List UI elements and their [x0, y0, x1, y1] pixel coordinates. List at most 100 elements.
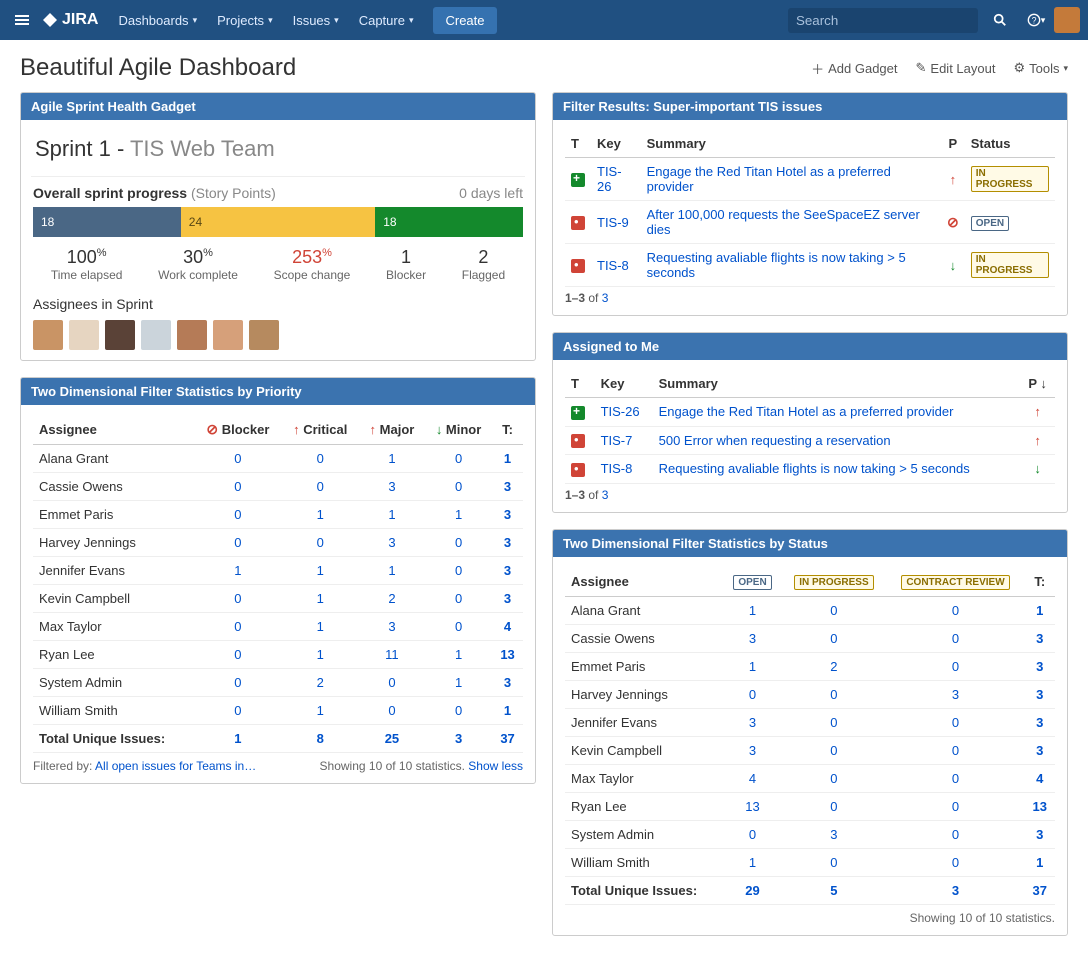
- stat-cell-link[interactable]: 3: [952, 687, 959, 702]
- stat-cell-link[interactable]: 0: [830, 771, 837, 786]
- issue-row[interactable]: TIS-9 After 100,000 requests the SeeSpac…: [565, 201, 1055, 244]
- filter-link[interactable]: All open issues for Teams in…: [95, 759, 256, 773]
- stat-cell-link[interactable]: 1: [388, 451, 395, 466]
- tools-menu[interactable]: ⚙Tools▾: [1013, 59, 1068, 78]
- stat-total-link[interactable]: 3: [1036, 659, 1043, 674]
- issue-summary-link[interactable]: Requesting avaliable flights is now taki…: [659, 461, 970, 476]
- issue-summary-link[interactable]: 500 Error when requesting a reservation: [659, 433, 891, 448]
- jira-logo[interactable]: JIRA: [42, 11, 98, 29]
- stat-cell-link[interactable]: 0: [830, 715, 837, 730]
- issue-key-link[interactable]: TIS-7: [601, 433, 633, 448]
- avatar[interactable]: [69, 320, 99, 350]
- issue-row[interactable]: TIS-26 Engage the Red Titan Hotel as a p…: [565, 158, 1055, 201]
- stat-cell-link[interactable]: 0: [234, 479, 241, 494]
- stat-cell-link[interactable]: 0: [234, 591, 241, 606]
- stat-cell-link[interactable]: 0: [234, 451, 241, 466]
- stat-cell-link[interactable]: 11: [385, 647, 399, 662]
- stat-cell-link[interactable]: 0: [317, 479, 324, 494]
- stat-cell-link[interactable]: 0: [234, 507, 241, 522]
- stat-cell-link[interactable]: 1: [455, 507, 462, 522]
- stat-cell-link[interactable]: 3: [749, 715, 756, 730]
- stat-cell-link[interactable]: 0: [952, 603, 959, 618]
- stat-cell-link[interactable]: 1: [455, 647, 462, 662]
- create-button[interactable]: Create: [433, 7, 496, 34]
- avatar[interactable]: [33, 320, 63, 350]
- issue-summary-link[interactable]: Engage the Red Titan Hotel as a preferre…: [647, 164, 891, 194]
- issue-row[interactable]: TIS-26 Engage the Red Titan Hotel as a p…: [565, 398, 1055, 427]
- stat-cell-link[interactable]: 13: [745, 799, 759, 814]
- stat-cell-link[interactable]: 3: [749, 631, 756, 646]
- stat-cell-link[interactable]: 0: [952, 827, 959, 842]
- stat-cell-link[interactable]: 0: [234, 675, 241, 690]
- stat-total-link[interactable]: 3: [1036, 743, 1043, 758]
- stat-cell-link[interactable]: 0: [830, 631, 837, 646]
- stat-cell-link[interactable]: 3: [388, 619, 395, 634]
- stat-cell-link[interactable]: 0: [234, 703, 241, 718]
- avatar[interactable]: [213, 320, 243, 350]
- stat-cell-link[interactable]: 0: [952, 715, 959, 730]
- stat-cell-link[interactable]: 0: [317, 535, 324, 550]
- avatar[interactable]: [141, 320, 171, 350]
- stat-cell-link[interactable]: 1: [317, 591, 324, 606]
- stat-total-link[interactable]: 1: [1036, 603, 1043, 618]
- show-less-link[interactable]: Show less: [468, 759, 523, 773]
- add-gadget-button[interactable]: ＋Add Gadget: [811, 59, 897, 78]
- stat-total-link[interactable]: 3: [1036, 827, 1043, 842]
- app-switcher-icon[interactable]: [8, 6, 36, 34]
- stat-total-link[interactable]: 4: [504, 619, 511, 634]
- nav-item[interactable]: Issues ▾: [283, 0, 349, 40]
- stat-total-link[interactable]: 3: [1036, 715, 1043, 730]
- stat-total-link[interactable]: 3: [504, 535, 511, 550]
- stat-cell-link[interactable]: 1: [317, 703, 324, 718]
- issue-key-link[interactable]: TIS-8: [597, 258, 629, 273]
- stat-cell-link[interactable]: 0: [830, 855, 837, 870]
- stat-cell-link[interactable]: 0: [830, 687, 837, 702]
- stat-total-link[interactable]: 3: [1036, 687, 1043, 702]
- stat-cell-link[interactable]: 1: [749, 659, 756, 674]
- issue-key-link[interactable]: TIS-9: [597, 215, 629, 230]
- stat-cell-link[interactable]: 0: [234, 647, 241, 662]
- stat-cell-link[interactable]: 3: [388, 535, 395, 550]
- stat-total-link[interactable]: 1: [1036, 855, 1043, 870]
- stat-cell-link[interactable]: 0: [234, 619, 241, 634]
- stat-total-link[interactable]: 1: [504, 703, 511, 718]
- issue-row[interactable]: TIS-8 Requesting avaliable flights is no…: [565, 455, 1055, 484]
- stat-total-link[interactable]: 13: [1033, 799, 1047, 814]
- stat-cell-link[interactable]: 0: [830, 603, 837, 618]
- stat-cell-link[interactable]: 1: [317, 647, 324, 662]
- stat-cell-link[interactable]: 0: [455, 591, 462, 606]
- edit-layout-button[interactable]: ✎Edit Layout: [916, 59, 996, 78]
- stat-total-link[interactable]: 3: [504, 479, 511, 494]
- user-avatar[interactable]: [1054, 7, 1080, 33]
- issue-summary-link[interactable]: Engage the Red Titan Hotel as a preferre…: [659, 404, 954, 419]
- stat-cell-link[interactable]: 3: [749, 743, 756, 758]
- stat-cell-link[interactable]: 0: [952, 743, 959, 758]
- issue-row[interactable]: TIS-7 500 Error when requesting a reserv…: [565, 426, 1055, 455]
- issue-key-link[interactable]: TIS-26: [597, 164, 622, 194]
- issue-summary-link[interactable]: Requesting avaliable flights is now taki…: [647, 250, 906, 280]
- search-input[interactable]: [788, 8, 978, 33]
- stat-cell-link[interactable]: 0: [749, 687, 756, 702]
- stat-cell-link[interactable]: 2: [388, 591, 395, 606]
- stat-cell-link[interactable]: 0: [455, 479, 462, 494]
- stat-cell-link[interactable]: 0: [952, 771, 959, 786]
- stat-cell-link[interactable]: 1: [388, 563, 395, 578]
- stat-cell-link[interactable]: 1: [455, 675, 462, 690]
- stat-cell-link[interactable]: 0: [952, 659, 959, 674]
- stat-total-link[interactable]: 1: [504, 451, 511, 466]
- stat-total-link[interactable]: 3: [504, 591, 511, 606]
- stat-cell-link[interactable]: 0: [749, 827, 756, 842]
- help-icon[interactable]: ? ▾: [1022, 6, 1050, 34]
- stat-total-link[interactable]: 3: [504, 675, 511, 690]
- stat-cell-link[interactable]: 4: [749, 771, 756, 786]
- search-icon[interactable]: [986, 6, 1014, 34]
- stat-total-link[interactable]: 4: [1036, 771, 1043, 786]
- nav-item[interactable]: Capture ▾: [349, 0, 424, 40]
- stat-total-link[interactable]: 13: [500, 647, 514, 662]
- avatar[interactable]: [177, 320, 207, 350]
- nav-item[interactable]: Projects ▾: [207, 0, 283, 40]
- avatar[interactable]: [105, 320, 135, 350]
- stat-cell-link[interactable]: 3: [830, 827, 837, 842]
- stat-cell-link[interactable]: 0: [455, 619, 462, 634]
- stat-cell-link[interactable]: 2: [317, 675, 324, 690]
